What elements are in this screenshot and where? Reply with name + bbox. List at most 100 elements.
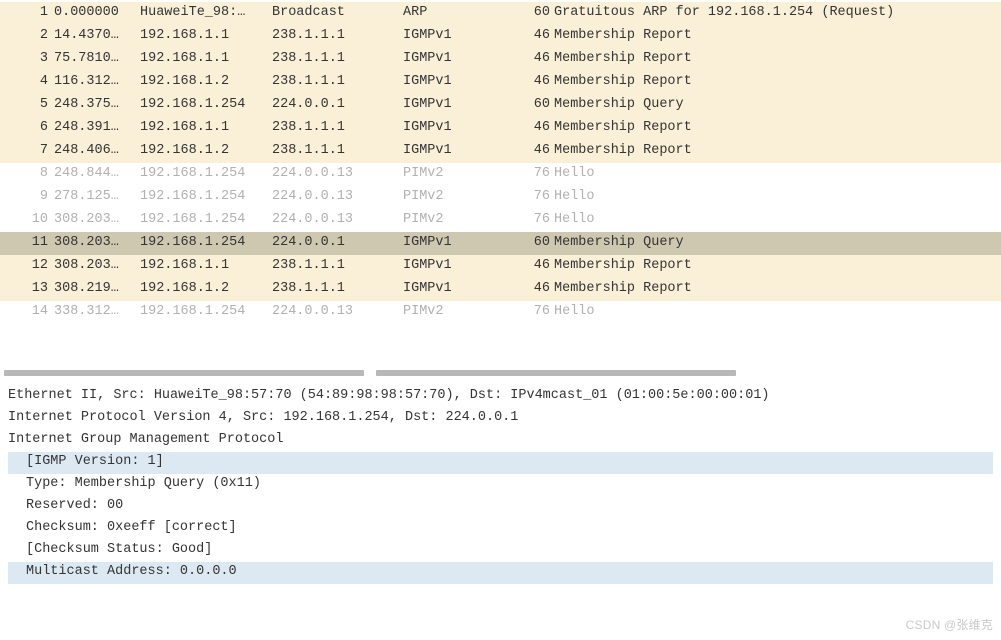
packet-info: Membership Report [554, 256, 1001, 276]
packet-row[interactable]: 11308.203…192.168.1.254224.0.0.1IGMPv160… [0, 232, 1001, 255]
packet-no: 5 [0, 95, 54, 115]
packet-row[interactable]: 5248.375…192.168.1.254224.0.0.1IGMPv160M… [0, 94, 1001, 117]
packet-destination: 238.1.1.1 [272, 49, 403, 69]
watermark: CSDN @张维克 [906, 616, 993, 634]
packet-source: 192.168.1.1 [140, 49, 272, 69]
packet-no: 4 [0, 72, 54, 92]
packet-protocol: IGMPv1 [403, 256, 522, 276]
packet-row[interactable]: 7248.406…192.168.1.2238.1.1.1IGMPv146Mem… [0, 140, 1001, 163]
packet-destination: 238.1.1.1 [272, 141, 403, 161]
packet-time: 0.000000 [54, 3, 140, 23]
packet-time: 248.375… [54, 95, 140, 115]
packet-info: Membership Report [554, 49, 1001, 69]
detail-igmp-checksum-status[interactable]: [Checksum Status: Good] [8, 540, 993, 562]
detail-igmp-reserved[interactable]: Reserved: 00 [8, 496, 993, 518]
packet-destination: 224.0.0.1 [272, 95, 403, 115]
packet-destination: 238.1.1.1 [272, 279, 403, 299]
packet-row[interactable]: 14338.312…192.168.1.254224.0.0.13PIMv276… [0, 301, 1001, 324]
packet-no: 2 [0, 26, 54, 46]
packet-length: 76 [522, 210, 554, 230]
packet-destination: 238.1.1.1 [272, 118, 403, 138]
packet-info: Membership Query [554, 95, 1001, 115]
packet-row[interactable]: 6248.391…192.168.1.1238.1.1.1IGMPv146Mem… [0, 117, 1001, 140]
packet-time: 14.4370… [54, 26, 140, 46]
packet-source: 192.168.1.1 [140, 256, 272, 276]
packet-no: 3 [0, 49, 54, 69]
packet-protocol: IGMPv1 [403, 118, 522, 138]
packet-time: 75.7810… [54, 49, 140, 69]
splitter-handle-2[interactable] [376, 370, 736, 376]
packet-info: Membership Query [554, 233, 1001, 253]
packet-protocol: IGMPv1 [403, 279, 522, 299]
packet-time: 338.312… [54, 302, 140, 322]
packet-protocol: IGMPv1 [403, 141, 522, 161]
packet-destination: 238.1.1.1 [272, 256, 403, 276]
packet-protocol: IGMPv1 [403, 26, 522, 46]
packet-length: 60 [522, 95, 554, 115]
packet-length: 60 [522, 3, 554, 23]
splitter-handle-1[interactable] [4, 370, 364, 376]
packet-no: 6 [0, 118, 54, 138]
packet-destination: 224.0.0.13 [272, 210, 403, 230]
packet-info: Hello [554, 187, 1001, 207]
packet-length: 46 [522, 26, 554, 46]
packet-row[interactable]: 10.000000HuaweiTe_98:…BroadcastARP60Grat… [0, 2, 1001, 25]
detail-igmp-multicast-address[interactable]: Multicast Address: 0.0.0.0 [8, 562, 993, 584]
packet-protocol: IGMPv1 [403, 233, 522, 253]
packet-source: HuaweiTe_98:… [140, 3, 272, 23]
packet-no: 1 [0, 3, 54, 23]
packet-list[interactable]: 10.000000HuaweiTe_98:…BroadcastARP60Grat… [0, 0, 1001, 324]
packet-protocol: ARP [403, 3, 522, 23]
packet-source: 192.168.1.254 [140, 187, 272, 207]
packet-protocol: IGMPv1 [403, 95, 522, 115]
packet-info: Membership Report [554, 118, 1001, 138]
packet-row[interactable]: 4116.312…192.168.1.2238.1.1.1IGMPv146Mem… [0, 71, 1001, 94]
packet-source: 192.168.1.254 [140, 210, 272, 230]
packet-source: 192.168.1.254 [140, 95, 272, 115]
packet-protocol: PIMv2 [403, 210, 522, 230]
packet-destination: 224.0.0.1 [272, 233, 403, 253]
packet-time: 248.844… [54, 164, 140, 184]
packet-source: 192.168.1.254 [140, 164, 272, 184]
packet-protocol: IGMPv1 [403, 49, 522, 69]
packet-row[interactable]: 9278.125…192.168.1.254224.0.0.13PIMv276H… [0, 186, 1001, 209]
packet-row[interactable]: 13308.219…192.168.1.2238.1.1.1IGMPv146Me… [0, 278, 1001, 301]
packet-source: 192.168.1.1 [140, 118, 272, 138]
packet-details-pane[interactable]: Ethernet II, Src: HuaweiTe_98:57:70 (54:… [0, 380, 1001, 584]
packet-info: Membership Report [554, 26, 1001, 46]
packet-length: 46 [522, 49, 554, 69]
detail-ethernet[interactable]: Ethernet II, Src: HuaweiTe_98:57:70 (54:… [8, 386, 993, 408]
packet-length: 76 [522, 164, 554, 184]
packet-info: Hello [554, 210, 1001, 230]
splitter-bar[interactable] [0, 370, 1001, 380]
packet-destination: 224.0.0.13 [272, 164, 403, 184]
packet-time: 248.406… [54, 141, 140, 161]
packet-source: 192.168.1.2 [140, 279, 272, 299]
detail-ipv4[interactable]: Internet Protocol Version 4, Src: 192.16… [8, 408, 993, 430]
packet-destination: 224.0.0.13 [272, 302, 403, 322]
packet-no: 12 [0, 256, 54, 276]
packet-length: 46 [522, 72, 554, 92]
packet-length: 60 [522, 233, 554, 253]
detail-igmp-header[interactable]: Internet Group Management Protocol [8, 430, 993, 452]
packet-source: 192.168.1.254 [140, 302, 272, 322]
packet-row[interactable]: 10308.203…192.168.1.254224.0.0.13PIMv276… [0, 209, 1001, 232]
packet-no: 7 [0, 141, 54, 161]
packet-row[interactable]: 8248.844…192.168.1.254224.0.0.13PIMv276H… [0, 163, 1001, 186]
detail-igmp-version[interactable]: [IGMP Version: 1] [8, 452, 993, 474]
packet-no: 8 [0, 164, 54, 184]
packet-source: 192.168.1.1 [140, 26, 272, 46]
packet-info: Hello [554, 302, 1001, 322]
packet-row[interactable]: 375.7810…192.168.1.1238.1.1.1IGMPv146Mem… [0, 48, 1001, 71]
packet-time: 308.203… [54, 210, 140, 230]
packet-destination: 238.1.1.1 [272, 26, 403, 46]
packet-destination: 224.0.0.13 [272, 187, 403, 207]
packet-row[interactable]: 12308.203…192.168.1.1238.1.1.1IGMPv146Me… [0, 255, 1001, 278]
packet-source: 192.168.1.254 [140, 233, 272, 253]
detail-igmp-type[interactable]: Type: Membership Query (0x11) [8, 474, 993, 496]
packet-row[interactable]: 214.4370…192.168.1.1238.1.1.1IGMPv146Mem… [0, 25, 1001, 48]
packet-source: 192.168.1.2 [140, 141, 272, 161]
packet-protocol: PIMv2 [403, 302, 522, 322]
detail-igmp-checksum[interactable]: Checksum: 0xeeff [correct] [8, 518, 993, 540]
packet-no: 10 [0, 210, 54, 230]
